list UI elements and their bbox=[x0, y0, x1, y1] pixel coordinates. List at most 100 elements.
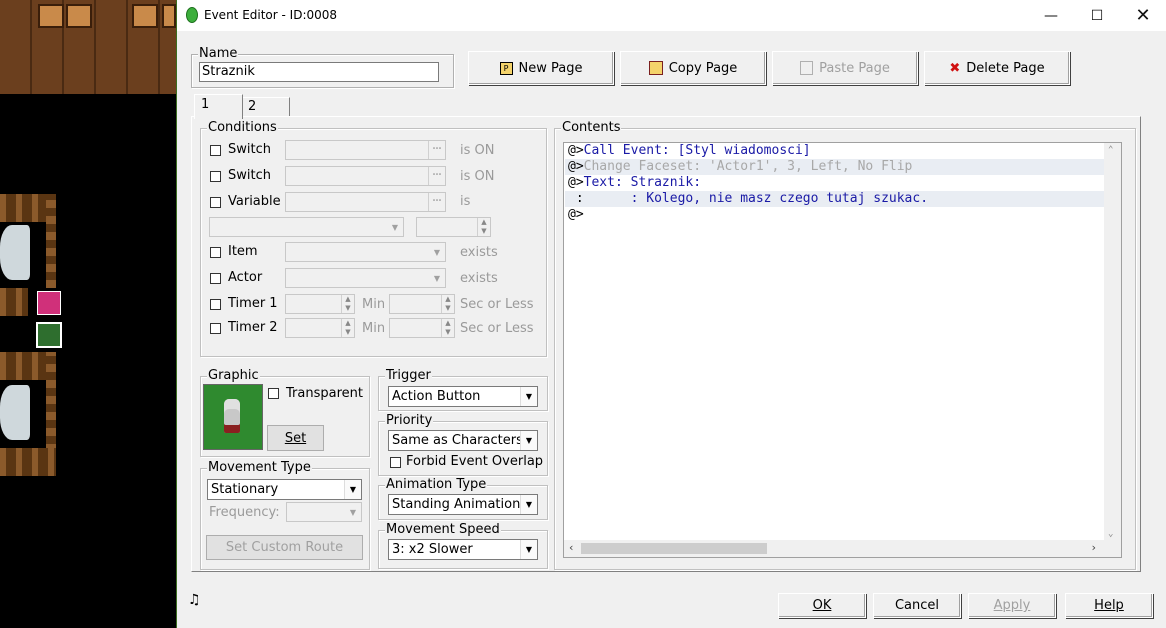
tab-page-1[interactable]: 1 bbox=[194, 94, 243, 119]
name-label: Name bbox=[198, 46, 239, 61]
variable-checkbox[interactable] bbox=[210, 197, 221, 208]
switch1-checkbox[interactable] bbox=[210, 145, 221, 156]
trigger-dropdown[interactable]: Action Button ▼ bbox=[388, 386, 538, 407]
vertical-scrollbar[interactable]: ⌃ ⌄ bbox=[1104, 143, 1121, 541]
minimize-icon[interactable]: — bbox=[1028, 0, 1074, 31]
timer2-sec-label: Sec or Less bbox=[460, 321, 534, 336]
movement-speed-dropdown[interactable]: 3: x2 Slower ▼ bbox=[388, 539, 538, 560]
switch2-select[interactable]: ⋯ bbox=[285, 166, 446, 186]
guard-sprite bbox=[224, 399, 240, 433]
forbid-overlap-label: Forbid Event Overlap bbox=[406, 454, 544, 469]
music-note-icon[interactable]: ♫ bbox=[188, 592, 201, 608]
command-text: : Kolego, nie masz czego tutaj szukac. bbox=[583, 191, 929, 206]
fence bbox=[0, 448, 56, 476]
chevron-down-icon: ▼ bbox=[520, 495, 537, 514]
spinner-icon: ▲ ▼ bbox=[477, 218, 490, 236]
delete-page-button[interactable]: ✖ Delete Page bbox=[924, 51, 1070, 85]
transparent-label: Transparent bbox=[286, 386, 363, 401]
map-canvas[interactable] bbox=[0, 0, 176, 628]
apply-button[interactable]: Apply bbox=[968, 593, 1056, 618]
actor-dropdown[interactable]: ▼ bbox=[285, 268, 446, 288]
fence bbox=[46, 352, 56, 452]
new-page-button[interactable]: P New Page bbox=[468, 51, 614, 85]
timer1-checkbox[interactable] bbox=[210, 299, 221, 310]
paste-page-button[interactable]: Paste Page bbox=[772, 51, 918, 85]
name-input[interactable]: Straznik bbox=[199, 62, 439, 82]
scroll-down-icon[interactable]: ⌄ bbox=[1108, 529, 1113, 539]
scroll-right-icon[interactable]: › bbox=[1090, 541, 1097, 554]
variable-operator-dropdown[interactable]: ▼ bbox=[209, 217, 404, 237]
item-dropdown[interactable]: ▼ bbox=[285, 242, 446, 262]
copy-page-icon bbox=[648, 61, 663, 75]
switch1-select[interactable]: ⋯ bbox=[285, 140, 446, 160]
frequency-dropdown[interactable]: ▼ bbox=[286, 502, 362, 522]
event-command-line[interactable]: : : Kolego, nie masz czego tutaj szukac. bbox=[568, 191, 928, 207]
maximize-icon[interactable]: ☐ bbox=[1074, 0, 1120, 31]
fence bbox=[0, 288, 28, 316]
variable-value-stepper[interactable]: ▲ ▼ bbox=[416, 217, 491, 237]
movement-speed-label: Movement Speed bbox=[385, 522, 501, 537]
event-command-line[interactable]: @>Text: Straznik: bbox=[568, 175, 701, 191]
forbid-overlap-checkbox[interactable] bbox=[390, 457, 401, 468]
command-prefix: @> bbox=[568, 159, 584, 174]
chevron-down-icon: ▼ bbox=[520, 387, 537, 406]
event-command-line[interactable]: @> bbox=[568, 207, 584, 223]
timer2-min-label: Min bbox=[362, 321, 386, 336]
priority-dropdown[interactable]: Same as Characters ▼ bbox=[388, 430, 538, 451]
timer2-sec-stepper[interactable]: ▲ ▼ bbox=[389, 318, 455, 338]
horizontal-scrollbar[interactable]: ‹ › bbox=[564, 540, 1121, 557]
map-event-marker[interactable] bbox=[37, 291, 61, 315]
ok-button[interactable]: OK bbox=[778, 593, 866, 618]
switch1-suffix: is ON bbox=[460, 143, 495, 158]
map-event-guard[interactable] bbox=[35, 321, 63, 349]
scroll-thumb[interactable] bbox=[581, 543, 767, 554]
conditions-label: Conditions bbox=[207, 120, 278, 135]
event-editor-window: Event Editor - ID:0008 — ☐ ✕ Name Strazn… bbox=[177, 0, 1166, 628]
timer2-checkbox[interactable] bbox=[210, 323, 221, 334]
animation-type-label: Animation Type bbox=[385, 477, 488, 492]
copy-page-button[interactable]: Copy Page bbox=[620, 51, 766, 85]
variable-select[interactable]: ⋯ bbox=[285, 192, 446, 212]
event-command-line[interactable]: @>Change Faceset: 'Actor1', 3, Left, No … bbox=[568, 159, 912, 175]
set-custom-route-button[interactable]: Set Custom Route bbox=[206, 535, 363, 560]
ellipsis-icon: ⋯ bbox=[428, 141, 445, 159]
set-graphic-button[interactable]: Set bbox=[267, 425, 324, 451]
timer1-min-stepper[interactable]: ▲ ▼ bbox=[285, 294, 355, 314]
spinner-icon: ▲ ▼ bbox=[441, 295, 454, 313]
event-graphic-preview[interactable] bbox=[203, 384, 263, 450]
cancel-button[interactable]: Cancel bbox=[873, 593, 961, 618]
event-commands-list[interactable]: @>Call Event: [Styl wiadomosci] @>Change … bbox=[563, 142, 1122, 558]
house-window bbox=[162, 4, 176, 28]
spinner-icon: ▲ ▼ bbox=[441, 319, 454, 337]
help-button[interactable]: Help bbox=[1065, 593, 1153, 618]
tab-page-2[interactable]: 2 bbox=[241, 97, 290, 116]
timer2-min-stepper[interactable]: ▲ ▼ bbox=[285, 318, 355, 338]
timer1-sec-stepper[interactable]: ▲ ▼ bbox=[389, 294, 455, 314]
frequency-label: Frequency: bbox=[209, 505, 280, 520]
close-icon[interactable]: ✕ bbox=[1120, 0, 1166, 31]
command-prefix: : bbox=[568, 191, 584, 206]
actor-checkbox[interactable] bbox=[210, 273, 221, 284]
house-window bbox=[38, 4, 64, 28]
chevron-down-icon: ▼ bbox=[520, 431, 537, 450]
switch2-checkbox[interactable] bbox=[210, 171, 221, 182]
delete-page-icon: ✖ bbox=[949, 60, 961, 76]
chevron-down-icon: ▼ bbox=[520, 540, 537, 559]
window-title: Event Editor - ID:0008 bbox=[204, 8, 338, 22]
chevron-down-icon: ▼ bbox=[391, 222, 399, 232]
movement-type-dropdown[interactable]: Stationary ▼ bbox=[207, 479, 362, 500]
timer2-label: Timer 2 bbox=[228, 320, 278, 335]
switch2-label: Switch bbox=[228, 168, 271, 183]
scroll-up-icon[interactable]: ⌃ bbox=[1108, 145, 1113, 155]
scroll-left-icon[interactable]: ‹ bbox=[568, 541, 575, 554]
chevron-down-icon: ▼ bbox=[344, 480, 361, 499]
event-command-line[interactable]: @>Call Event: [Styl wiadomosci] bbox=[568, 143, 811, 159]
graphic-label: Graphic bbox=[207, 368, 260, 383]
item-checkbox[interactable] bbox=[210, 247, 221, 258]
switch2-suffix: is ON bbox=[460, 169, 495, 184]
transparent-checkbox[interactable] bbox=[268, 388, 279, 399]
chevron-down-icon: ▼ bbox=[433, 273, 441, 283]
ellipsis-icon: ⋯ bbox=[428, 167, 445, 185]
animation-type-dropdown[interactable]: Standing Animation ▼ bbox=[388, 494, 538, 515]
app-icon bbox=[186, 7, 198, 23]
